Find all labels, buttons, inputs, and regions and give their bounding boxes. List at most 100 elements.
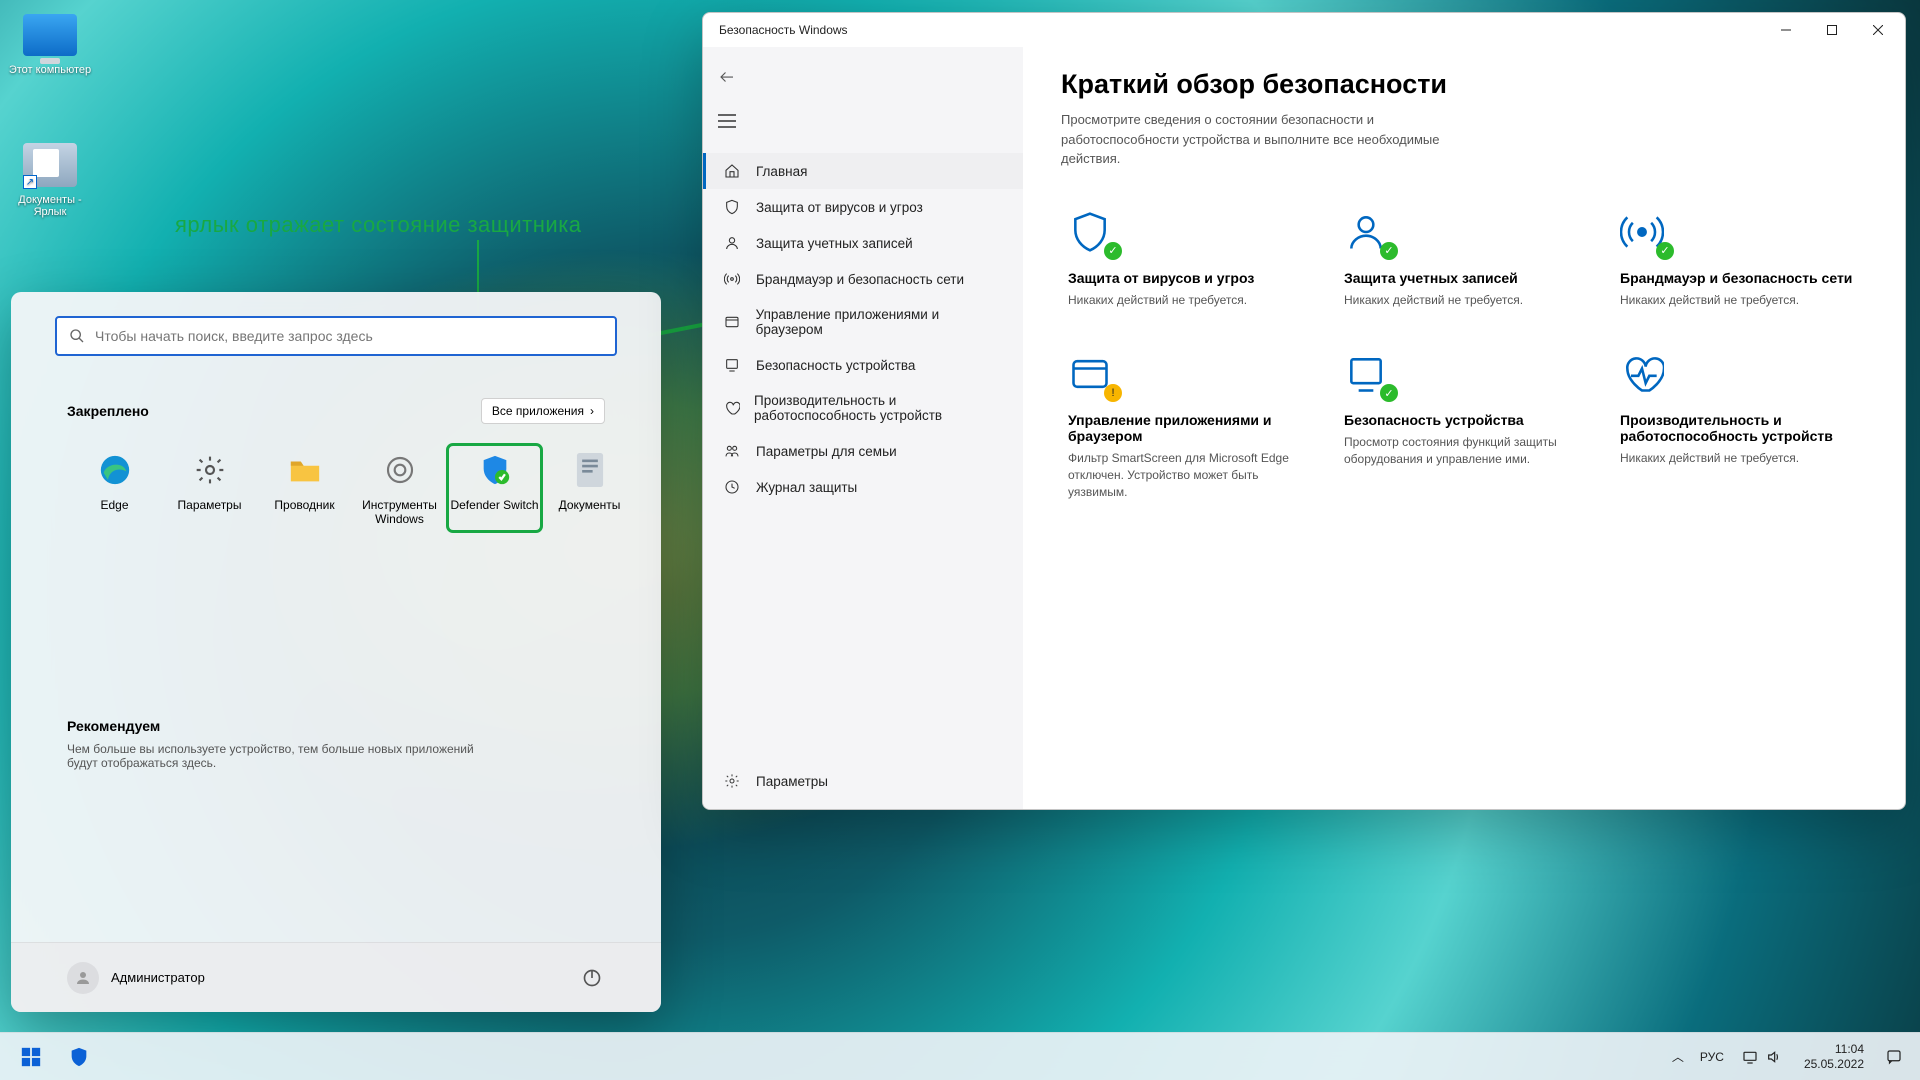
heart-icon xyxy=(724,400,740,416)
heart-icon xyxy=(1620,352,1670,398)
device-icon: ✓ xyxy=(1344,352,1394,398)
start-button[interactable] xyxy=(10,1037,52,1077)
network-icon xyxy=(1742,1049,1758,1065)
tile-heart[interactable]: Производительность и работоспособность у… xyxy=(1613,339,1867,513)
nav-item-label: Брандмауэр и безопасность сети xyxy=(756,272,964,287)
desktop-icon-documents-shortcut[interactable]: ↗ Документы - Ярлык xyxy=(0,140,100,218)
system-tray[interactable] xyxy=(1734,1049,1790,1065)
desktop-icon-this-pc[interactable]: Этот компьютер xyxy=(0,10,100,76)
nav-item-label: Производительность и работоспособность у… xyxy=(754,393,1005,423)
tray-language[interactable]: РУС xyxy=(1694,1050,1730,1064)
family-icon xyxy=(724,443,742,459)
windows-security-window: Безопасность Windows Главная Защита от ви… xyxy=(702,12,1906,810)
maximize-button[interactable] xyxy=(1809,14,1855,46)
volume-icon xyxy=(1766,1049,1782,1065)
search-input[interactable] xyxy=(95,328,603,344)
nav-item-home[interactable]: Главная xyxy=(703,153,1023,189)
tile-shield[interactable]: ✓ Защита от вирусов и угроз Никаких дейс… xyxy=(1061,197,1315,322)
nav-item-label: Защита учетных записей xyxy=(756,236,913,251)
pinned-header: Закреплено xyxy=(67,403,149,419)
nav-item-heart[interactable]: Производительность и работоспособность у… xyxy=(703,383,1023,433)
recommended-header: Рекомендуем xyxy=(67,718,605,734)
avatar-icon xyxy=(67,962,99,994)
nav-item-label: Безопасность устройства xyxy=(756,358,915,373)
nav-item-family[interactable]: Параметры для семьи xyxy=(703,433,1023,469)
user-label: Администратор xyxy=(111,970,205,985)
shield-icon: ✓ xyxy=(1068,210,1118,256)
nav-item-antenna[interactable]: Брандмауэр и безопасность сети xyxy=(703,261,1023,297)
nav-sidebar: Главная Защита от вирусов и угроз Защита у… xyxy=(703,47,1023,809)
tile-device[interactable]: ✓ Безопасность устройства Просмотр состо… xyxy=(1337,339,1591,513)
nav-item-label: Параметры xyxy=(756,774,828,789)
pinned-app-tools[interactable]: Инструменты Windows xyxy=(352,444,447,532)
pinned-app-folder[interactable]: Проводник xyxy=(257,444,352,532)
tile-title: Производительность и работоспособность у… xyxy=(1620,412,1860,444)
taskbar-clock[interactable]: 11:04 25.05.2022 xyxy=(1794,1042,1874,1072)
pinned-apps-row: EdgeПараметрыПроводник Инструменты Window… xyxy=(67,444,605,532)
user-account-button[interactable]: Администратор xyxy=(67,962,205,994)
page-heading: Краткий обзор безопасности xyxy=(1061,69,1867,100)
nav-item-label: Защита от вирусов и угроз xyxy=(756,200,923,215)
device-icon xyxy=(724,357,742,373)
history-icon xyxy=(724,479,742,495)
nav-item-shield[interactable]: Защита от вирусов и угроз xyxy=(703,189,1023,225)
antenna-icon xyxy=(724,271,742,287)
pinned-app-doc[interactable]: Документы xyxy=(542,444,637,532)
status-ok-badge: ✓ xyxy=(1380,242,1398,260)
status-ok-badge: ✓ xyxy=(1104,242,1122,260)
pinned-app-label: Документы xyxy=(544,498,635,512)
close-button[interactable] xyxy=(1855,14,1901,46)
power-button[interactable] xyxy=(579,965,605,991)
nav-item-label: Управление приложениями и браузером xyxy=(756,307,1005,337)
nav-settings[interactable]: Параметры xyxy=(703,763,1023,799)
tile-window[interactable]: ! Управление приложениями и браузером Фи… xyxy=(1061,339,1315,513)
tile-title: Брандмауэр и безопасность сети xyxy=(1620,270,1860,286)
tile-antenna[interactable]: ✓ Брандмауэр и безопасность сети Никаких… xyxy=(1613,197,1867,322)
tile-desc: Просмотр состояния функций защиты оборуд… xyxy=(1344,434,1584,468)
pinned-app-edge[interactable]: Edge xyxy=(67,444,162,532)
search-box[interactable] xyxy=(55,316,617,356)
pinned-app-label: Edge xyxy=(69,498,160,512)
recommended-body: Чем больше вы используете устройство, те… xyxy=(67,742,497,770)
back-button[interactable] xyxy=(707,59,747,95)
pinned-app-label: Defender Switch xyxy=(449,498,540,512)
antenna-icon: ✓ xyxy=(1620,210,1670,256)
tile-user[interactable]: ✓ Защита учетных записей Никаких действи… xyxy=(1337,197,1591,322)
taskbar-windows-security[interactable] xyxy=(58,1037,100,1077)
nav-item-history[interactable]: Журнал защиты xyxy=(703,469,1023,505)
pinned-app-label: Проводник xyxy=(259,498,350,512)
status-ok-badge: ✓ xyxy=(1656,242,1674,260)
tile-desc: Никаких действий не требуется. xyxy=(1344,292,1584,309)
notifications-button[interactable] xyxy=(1878,1037,1910,1077)
hamburger-button[interactable] xyxy=(707,103,747,139)
window-icon: ! xyxy=(1068,352,1118,398)
all-apps-button[interactable]: Все приложения › xyxy=(481,398,605,424)
desktop-icon-label: Этот компьютер xyxy=(9,64,91,76)
user-icon xyxy=(724,235,742,251)
minimize-button[interactable] xyxy=(1763,14,1809,46)
pinned-app-gear[interactable]: Параметры xyxy=(162,444,257,532)
home-icon xyxy=(724,163,742,179)
nav-item-device[interactable]: Безопасность устройства xyxy=(703,347,1023,383)
status-warn-badge: ! xyxy=(1104,384,1122,402)
nav-item-label: Журнал защиты xyxy=(756,480,857,495)
clock-date: 25.05.2022 xyxy=(1804,1057,1864,1072)
tile-desc: Никаких действий не требуется. xyxy=(1620,450,1860,467)
page-subtitle: Просмотрите сведения о состоянии безопас… xyxy=(1061,110,1481,169)
start-menu: Закреплено Все приложения › EdgeПараметр… xyxy=(11,292,661,1012)
status-ok-badge: ✓ xyxy=(1380,384,1398,402)
tray-chevron-up-icon[interactable]: ︿ xyxy=(1666,1048,1690,1065)
pinned-app-label: Инструменты Windows xyxy=(354,498,445,526)
pinned-app-shield-check[interactable]: Defender Switch xyxy=(447,444,542,532)
doc-icon xyxy=(570,450,610,490)
chevron-right-icon: › xyxy=(590,404,594,418)
annotation-text: ярлык отражает состояние защитника xyxy=(175,212,582,238)
nav-item-user[interactable]: Защита учетных записей xyxy=(703,225,1023,261)
nav-item-window[interactable]: Управление приложениями и браузером xyxy=(703,297,1023,347)
titlebar[interactable]: Безопасность Windows xyxy=(703,13,1905,47)
tile-desc: Никаких действий не требуется. xyxy=(1620,292,1860,309)
gear-icon xyxy=(190,450,230,490)
edge-icon xyxy=(95,450,135,490)
clock-time: 11:04 xyxy=(1804,1042,1864,1057)
tile-desc: Никаких действий не требуется. xyxy=(1068,292,1308,309)
